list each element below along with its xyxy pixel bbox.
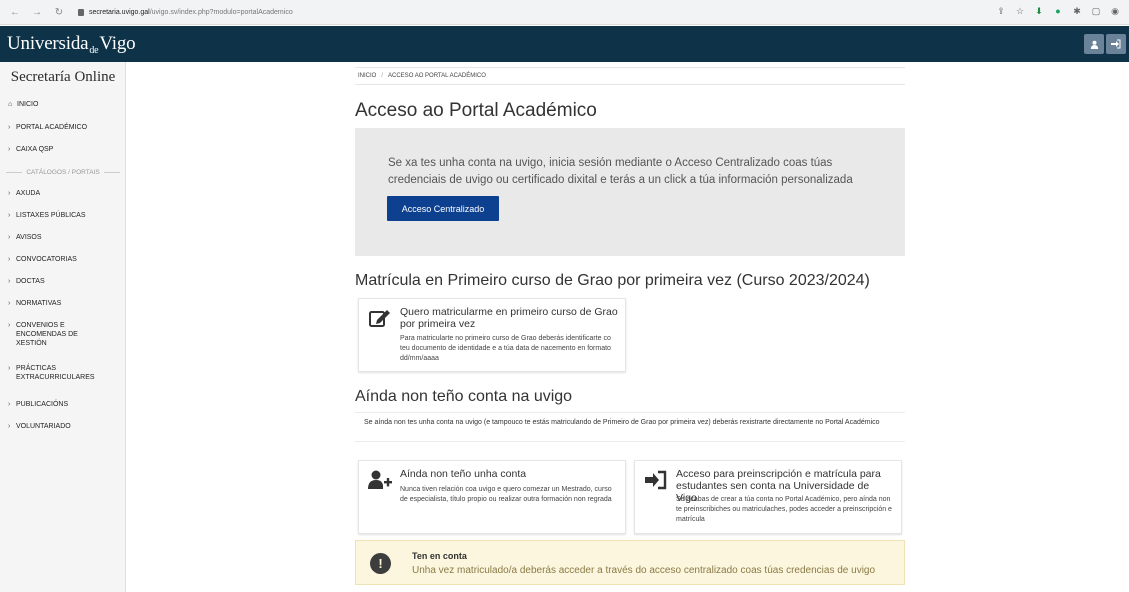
no-account-notice: Se aínda non tes unha conta na uvigo (e … <box>355 412 905 442</box>
forward-icon[interactable]: → <box>30 5 44 19</box>
login-panel: Se xa tes unha conta na uvigo, inicia se… <box>355 128 905 256</box>
sidebar-item-doctas[interactable]: › DOCTAS <box>8 277 120 286</box>
edit-icon <box>368 307 392 329</box>
page-title: Acceso ao Portal Académico <box>355 100 597 121</box>
sidebar-item-convocatorias[interactable]: › CONVOCATORIAS <box>8 255 120 264</box>
chevron-right-icon: › <box>8 365 11 372</box>
sidebar-item-convenios[interactable]: › CONVENIOS E ENCOMENDAS DE XESTIÓN <box>8 321 108 348</box>
url-path: /uvigo.sv/index.php?modulo=portalAcademi… <box>149 8 293 16</box>
sidebar-item-practicas[interactable]: › PRÁCTICAS EXTRACURRICULARES <box>8 364 108 382</box>
chevron-right-icon: › <box>8 322 11 329</box>
first-enrollment-card-description: Para matricularte no primeiro curso de G… <box>400 335 611 362</box>
chevron-right-icon: › <box>8 300 11 307</box>
logo-text-de: de <box>89 44 99 56</box>
chevron-right-icon: › <box>8 278 11 285</box>
university-logo[interactable]: UniversidadeVigo <box>7 32 136 56</box>
preinscription-card-description: Se acabas de crear a túa conta no Portal… <box>676 496 892 523</box>
browser-actions: ⇪ ☆ ⬇ ● ✱ ▢ ◉ <box>995 5 1121 17</box>
sidebar-item-listaxes-publicas[interactable]: › LISTAXES PÚBLICAS <box>8 211 120 220</box>
login-icon[interactable] <box>1106 34 1126 54</box>
sidebar-item-label: LISTAXES PÚBLICAS <box>16 212 86 219</box>
back-icon[interactable]: ← <box>8 5 22 19</box>
sidebar-title: Secretaría Online <box>10 69 116 85</box>
chevron-right-icon: › <box>8 124 11 131</box>
sidebar-separator-label: CATÁLOGOS / PORTAIS <box>26 169 100 176</box>
extension-green-icon[interactable]: ● <box>1052 5 1064 17</box>
sidebar-item-label: CONVENIOS E ENCOMENDAS DE XESTIÓN <box>16 322 78 347</box>
warning-title: Ten en conta <box>412 551 467 561</box>
logo-text-left: Universida <box>7 32 89 54</box>
star-icon[interactable]: ☆ <box>1014 5 1026 17</box>
sidebar-item-normativas[interactable]: › NORMATIVAS <box>8 299 120 308</box>
sidebar-item-label: CAIXA QSP <box>16 146 54 153</box>
create-account-card-title: Aínda non teño unha conta <box>400 468 527 480</box>
sidepanel-icon[interactable]: ▢ <box>1090 5 1102 17</box>
sidebar-item-avisos[interactable]: › AVISOS <box>8 233 120 242</box>
download-icon[interactable]: ⬇ <box>1033 5 1045 17</box>
address-bar[interactable]: secretaria.uvigo.gal /uvigo.sv/index.php… <box>78 8 293 16</box>
chevron-right-icon: › <box>8 212 11 219</box>
warning-text: Unha vez matriculado/a deberás acceder a… <box>412 565 876 576</box>
breadcrumb-home-link[interactable]: INICIO <box>358 73 376 79</box>
sidebar-item-label: DOCTAS <box>16 278 45 285</box>
preinscription-card[interactable]: Acceso para preinscripción e matrícula p… <box>634 460 902 534</box>
sidebar-item-label: PORTAL ACADÉMICO <box>16 124 88 131</box>
chevron-right-icon: › <box>8 234 11 241</box>
create-account-card[interactable]: Aínda non teño unha conta Nunca tiven re… <box>358 460 626 534</box>
add-user-icon <box>368 469 392 491</box>
chevron-right-icon: › <box>8 146 11 153</box>
sidebar-item-label: VOLUNTARIADO <box>16 423 71 430</box>
sidebar-item-label: AVISOS <box>16 234 42 241</box>
breadcrumb: INICIO / ACCESO AO PORTAL ACADÉMICO <box>355 67 905 85</box>
chevron-right-icon: › <box>8 423 11 430</box>
sidebar-item-label: AXUDA <box>16 190 41 197</box>
logo-text-right: Vigo <box>99 32 136 54</box>
sidebar-item-label: NORMATIVAS <box>16 300 62 307</box>
lock-icon <box>78 8 84 16</box>
url-domain: secretaria.uvigo.gal <box>89 8 150 16</box>
sign-in-icon <box>644 469 668 491</box>
breadcrumb-separator: / <box>381 73 384 79</box>
sidebar-item-inicio[interactable]: ⌂ INICIO <box>8 100 120 109</box>
sidebar: Secretaría Online ⌂ INICIO › PORTAL ACAD… <box>0 62 126 592</box>
sidebar-item-publicacions[interactable]: › PUBLICACIÓNS <box>8 400 120 409</box>
profile-avatar-icon[interactable]: ◉ <box>1109 5 1121 17</box>
first-enrollment-card[interactable]: Quero matricularme en primeiro curso de … <box>358 298 626 372</box>
warning-alert: ! Ten en conta Unha vez matriculado/a de… <box>355 540 905 585</box>
sidebar-item-caixa-qsp[interactable]: › CAIXA QSP <box>8 145 120 154</box>
exclamation-icon: ! <box>370 553 391 574</box>
site-header: UniversidadeVigo <box>0 26 1129 62</box>
user-icon[interactable] <box>1084 34 1104 54</box>
browser-toolbar: ← → ↻ secretaria.uvigo.gal /uvigo.sv/ind… <box>0 0 1129 25</box>
breadcrumb-current: ACCESO AO PORTAL ACADÉMICO <box>388 73 486 79</box>
share-icon[interactable]: ⇪ <box>995 5 1007 17</box>
section-no-account-title: Aínda non teño conta na uvigo <box>355 388 573 405</box>
section-first-enrollment-title: Matrícula en Primeiro curso de Grao por … <box>355 272 870 289</box>
login-description: Se xa tes unha conta na uvigo, inicia se… <box>388 157 853 186</box>
home-icon: ⌂ <box>8 101 13 108</box>
sidebar-item-voluntariado[interactable]: › VOLUNTARIADO <box>8 422 120 431</box>
sidebar-item-label: INICIO <box>17 101 39 108</box>
chevron-right-icon: › <box>8 256 11 263</box>
reload-icon[interactable]: ↻ <box>52 5 66 19</box>
sidebar-item-label: CONVOCATORIAS <box>16 256 77 263</box>
centralized-access-button[interactable]: Acceso Centralizado <box>387 196 499 221</box>
sidebar-item-label: PRÁCTICAS EXTRACURRICULARES <box>16 365 95 381</box>
puzzle-icon[interactable]: ✱ <box>1071 5 1083 17</box>
sidebar-item-axuda[interactable]: › AXUDA <box>8 189 120 198</box>
chevron-right-icon: › <box>8 190 11 197</box>
create-account-card-description: Nunca tiven relación coa uvigo e quero c… <box>400 486 612 503</box>
sidebar-item-label: PUBLICACIÓNS <box>16 401 69 408</box>
chevron-right-icon: › <box>8 401 11 408</box>
first-enrollment-card-title: Quero matricularme en primeiro curso de … <box>400 306 618 330</box>
sidebar-item-portal-academico[interactable]: › PORTAL ACADÉMICO <box>8 123 120 132</box>
sidebar-separator: CATÁLOGOS / PORTAIS <box>6 169 121 176</box>
